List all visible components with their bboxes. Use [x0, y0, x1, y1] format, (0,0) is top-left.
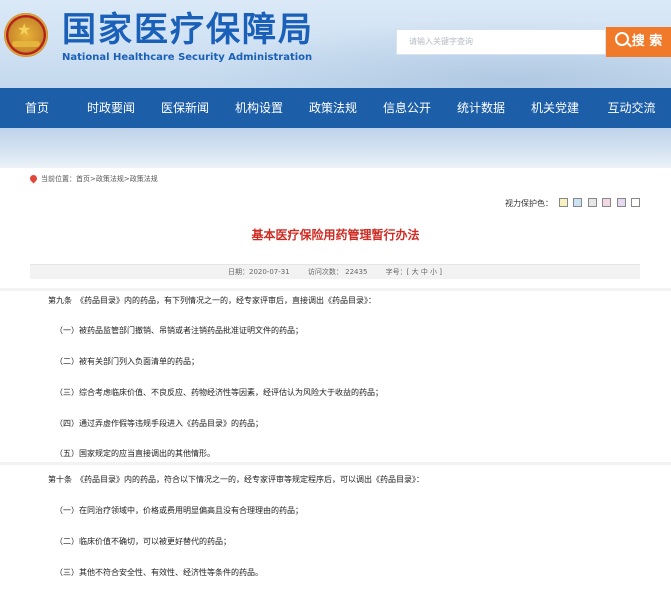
- color-swatch-pink[interactable]: [602, 198, 612, 207]
- article-paragraph: （一）在同治疗领域中，价格或费用明显偏高且没有合理理由的药品；: [55, 506, 303, 515]
- nav-item-policies[interactable]: 政策法规: [296, 88, 370, 128]
- search-button[interactable]: 搜 索: [606, 27, 671, 57]
- nav-item-party-building[interactable]: 机关党建: [518, 88, 592, 128]
- search-input[interactable]: 请输入关键字查询: [396, 29, 606, 55]
- site-title[interactable]: 国家医疗保障局: [62, 10, 314, 50]
- article-paragraph: （三）其他不符合安全性、有效性、经济性等条件的药品。: [55, 568, 263, 577]
- eye-protection-label: 视力保护色：: [505, 199, 553, 208]
- breadcrumb: 当前位置：首页>政策法规>政策法规: [28, 173, 158, 184]
- site-subtitle: National Healthcare Security Administrat…: [62, 52, 313, 63]
- nav-item-statistics[interactable]: 统计数据: [444, 88, 518, 128]
- color-swatch-purple[interactable]: [616, 198, 626, 207]
- article-paragraph: （二）临床价值不确切，可以被更好替代的药品；: [55, 537, 231, 546]
- location-pin-icon: [28, 173, 39, 184]
- article-paragraph: 第十条 《药品目录》内的药品，符合以下情况之一的，经专家评审等规定程序后，可以调…: [48, 475, 424, 484]
- article-date: 日期：2020-07-31: [227, 268, 290, 276]
- article-paragraph: （四）通过弄虚作假等违规手段进入《药品目录》的药品；: [55, 419, 263, 428]
- breadcrumb-text[interactable]: 当前位置：首页>政策法规>政策法规: [41, 175, 158, 183]
- article-content: 当前位置：首页>政策法规>政策法规 视力保护色： 基本医疗保险用药管理暂行办法 …: [0, 168, 671, 591]
- search-button-label: 搜 索: [631, 34, 663, 49]
- article-meta: 日期：2020-07-31 访问次数： 22435 字号：[ 大 中 小 ]: [30, 264, 640, 279]
- eye-protection-colors: 视力保护色：: [505, 198, 641, 209]
- article-paragraph: （五）国家规定的应当直接调出的其他情形。: [55, 449, 215, 458]
- font-size-selector[interactable]: 字号：[ 大 中 小 ]: [386, 268, 442, 276]
- article-paragraph: （二）被有关部门列入负面清单的药品；: [55, 357, 199, 366]
- article-paragraph: （一）被药品监管部门撤销、吊销或者注销药品批准证明文件的药品；: [55, 326, 303, 335]
- divider: [0, 288, 671, 291]
- nav-item-info-disclosure[interactable]: 信息公开: [370, 88, 444, 128]
- search-icon: [614, 32, 629, 46]
- article-paragraph: （三）综合考虑临床价值、不良反应、药物经济性等因素，经评估认为风险大于收益的药品…: [55, 388, 383, 397]
- nav-item-current-affairs[interactable]: 时政要闻: [74, 88, 148, 128]
- color-swatch-yellow[interactable]: [558, 198, 568, 207]
- site-header: ★ 国家医疗保障局 National Healthcare Security A…: [0, 0, 671, 88]
- article-paragraph: 第九条 《药品目录》内的药品，有下列情况之一的，经专家评审后，直接调出《药品目录…: [48, 296, 376, 305]
- color-swatch-blue[interactable]: [573, 198, 583, 207]
- nav-item-organization[interactable]: 机构设置: [222, 88, 296, 128]
- main-nav: 首页 时政要闻 医保新闻 机构设置 政策法规 信息公开 统计数据 机关党建 互动…: [0, 88, 671, 128]
- article-visits: 访问次数： 22435: [307, 268, 368, 276]
- color-swatch-gray[interactable]: [587, 198, 597, 207]
- article-title: 基本医疗保险用药管理暂行办法: [251, 228, 420, 242]
- divider: [0, 462, 671, 465]
- color-swatch-white[interactable]: [631, 198, 641, 207]
- national-emblem-icon: ★: [4, 13, 48, 57]
- nav-item-home[interactable]: 首页: [0, 88, 74, 128]
- nav-item-healthcare-news[interactable]: 医保新闻: [148, 88, 222, 128]
- nav-item-interaction[interactable]: 互动交流: [592, 88, 671, 128]
- banner-strip: [0, 128, 671, 168]
